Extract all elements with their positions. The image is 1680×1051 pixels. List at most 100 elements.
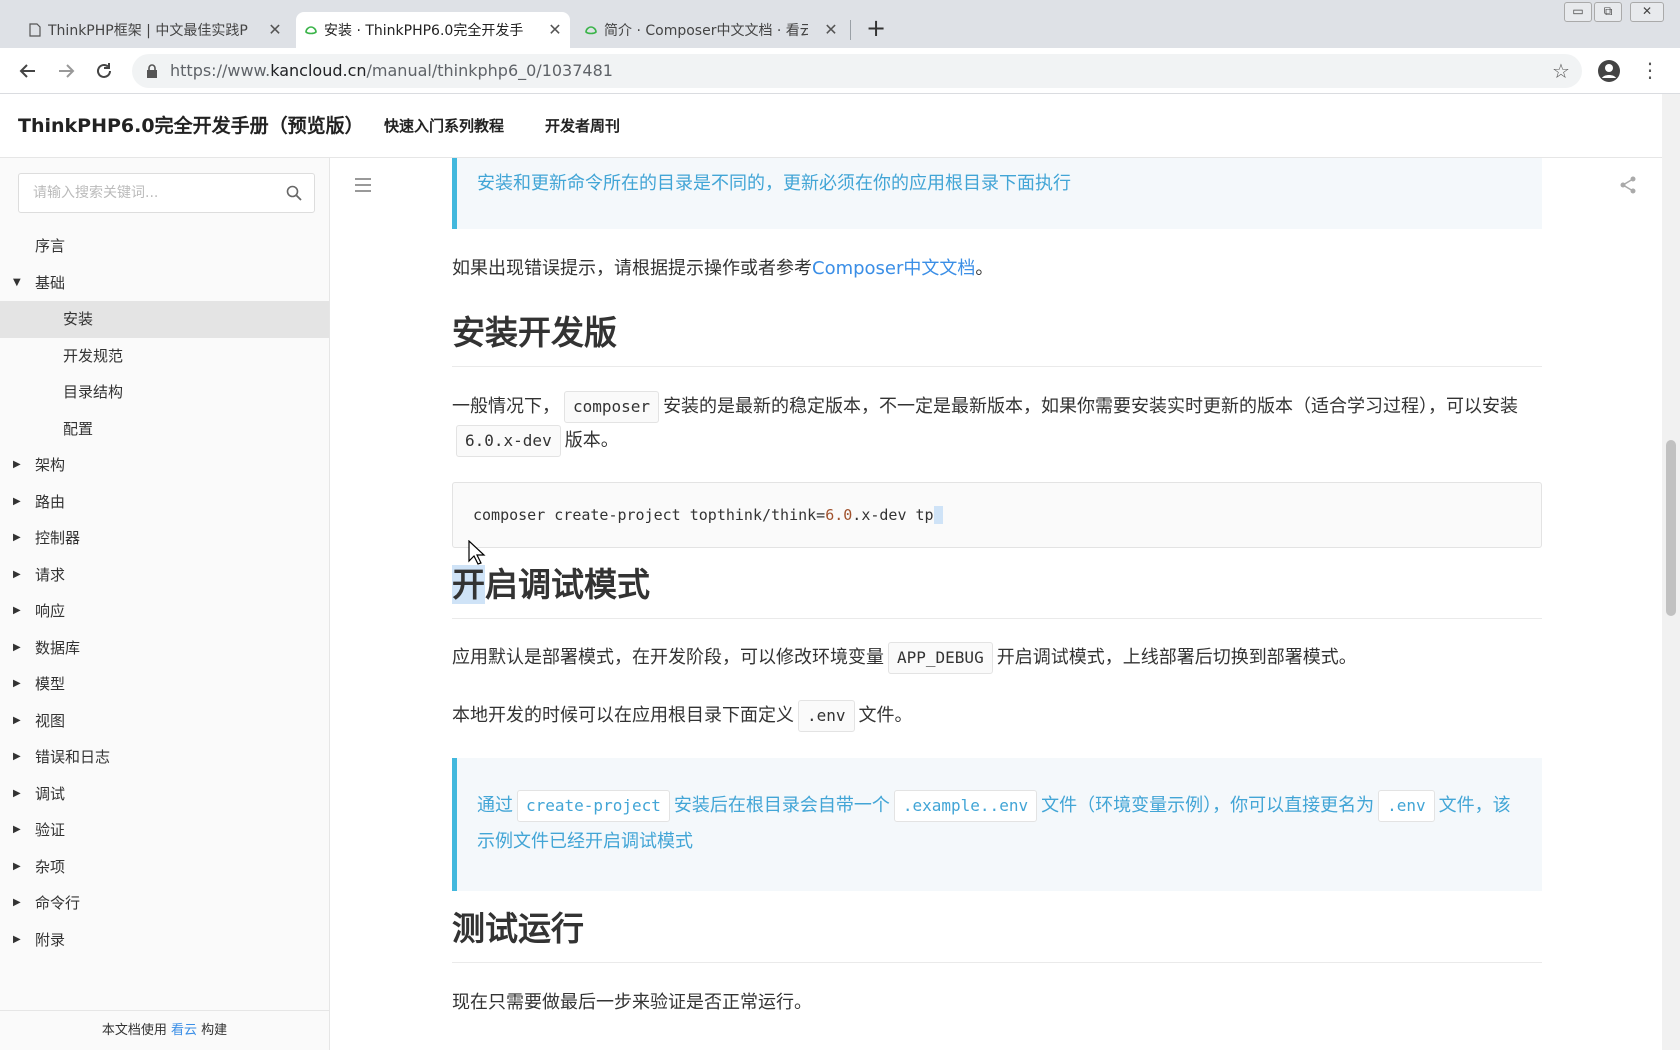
composer-docs-link[interactable]: Composer中文文档 xyxy=(812,258,975,279)
caret-right-icon[interactable]: ▶ xyxy=(13,484,21,521)
sidebar-item[interactable]: ▶ 数据库 xyxy=(0,630,329,667)
sidebar: 序言 ▼ 基础安装开发规范目录结构配置 ▶ 架构 ▶ 路由 ▶ 控制器 ▶ 请求 ▶ 响应 ▶ 数据库 ▶ 模型… xyxy=(0,158,330,1050)
share-icon[interactable] xyxy=(1619,176,1637,194)
new-tab-button[interactable]: + xyxy=(864,16,888,40)
table-of-contents: 序言 ▼ 基础 安装 开发规范 目录结构 配置 ▶ 架构 ▶ 路由 ▶ 控制器 ▶ 请求 ▶ 响应 ▶ 数据库 ▶ 模型… xyxy=(0,228,329,958)
browser-tab-install[interactable]: 安装 · ThinkPHP6.0完全开发手 ✕ xyxy=(296,12,570,48)
inline-code: .example..env xyxy=(893,790,1038,822)
sidebar-item[interactable]: ▶ 模型 xyxy=(0,666,329,703)
paragraph: 应用默认是部署模式，在开发阶段，可以修改环境变量 APP_DEBUG 开启调试模式，… xyxy=(452,641,1542,675)
sidebar-item[interactable]: ▶ 附录 xyxy=(0,922,329,959)
tab-title: 简介 · Composer中文文档 · 看云 xyxy=(604,23,808,39)
reload-button[interactable] xyxy=(90,57,118,85)
close-icon[interactable]: ✕ xyxy=(266,20,284,39)
browser-tabstrip: ThinkPHP框架 | 中文最佳实践P ✕ 安装 · ThinkPHP6.0完… xyxy=(0,0,1680,48)
caret-right-icon[interactable]: ▶ xyxy=(13,885,21,922)
sidebar-item[interactable]: ▶ 命令行 xyxy=(0,885,329,922)
arrow-left-icon xyxy=(19,64,35,78)
code-block: composer create-project topthink/think=6… xyxy=(452,482,1542,548)
sidebar-item[interactable]: ▶ 调试 xyxy=(0,776,329,813)
site-brand[interactable]: ThinkPHP6.0完全开发手册（预览版） xyxy=(18,94,364,158)
profile-avatar-icon[interactable] xyxy=(1598,60,1620,82)
sidebar-item-label: 基础 xyxy=(35,273,66,292)
sidebar-item[interactable]: ▶ 架构 xyxy=(0,447,329,484)
caret-right-icon[interactable]: ▶ xyxy=(13,812,21,849)
kancloud-icon xyxy=(585,26,597,35)
sidebar-item-label: 错误和日志 xyxy=(35,748,111,766)
heading-debug-mode: 开启调试模式 xyxy=(452,562,1542,619)
mouse-cursor-icon xyxy=(468,540,486,565)
arrow-right-icon xyxy=(59,64,75,78)
sidebar-item[interactable]: ▶ 路由 xyxy=(0,484,329,521)
sidebar-item-label: 控制器 xyxy=(35,529,81,547)
close-window-button[interactable]: ✕ xyxy=(1630,2,1664,22)
sidebar-item[interactable]: ▶ 响应 xyxy=(0,593,329,630)
sidebar-item[interactable]: ▼ 基础 xyxy=(0,265,329,302)
sidebar-item-label: 数据库 xyxy=(35,638,81,657)
caret-right-icon[interactable]: ▶ xyxy=(13,666,21,703)
menu-toggle-icon[interactable] xyxy=(355,178,371,192)
caret-right-icon[interactable]: ▶ xyxy=(13,849,21,886)
search-icon[interactable] xyxy=(286,185,302,201)
inline-code: 6.0.x-dev xyxy=(456,425,561,457)
sidebar-item[interactable]: ▶ 杂项 xyxy=(0,849,329,886)
header-link-weekly[interactable]: 开发者周刊 xyxy=(545,94,620,158)
caret-right-icon[interactable]: ▶ xyxy=(13,557,21,594)
sidebar-item[interactable]: ▶ 验证 xyxy=(0,812,329,849)
sidebar-item[interactable]: ▶ 请求 xyxy=(0,557,329,594)
back-button[interactable] xyxy=(14,57,42,85)
site-header: ThinkPHP6.0完全开发手册（预览版） 快速入门系列教程 开发者周刊 xyxy=(0,94,1662,158)
sidebar-item[interactable]: ▶ 错误和日志 xyxy=(0,739,329,776)
restore-button[interactable]: ⧉ xyxy=(1594,2,1622,22)
sidebar-item[interactable]: 安装 xyxy=(0,301,329,338)
address-bar[interactable]: https://www.kancloud.cn/manual/thinkphp6… xyxy=(132,54,1582,88)
browser-tab-composer[interactable]: 简介 · Composer中文文档 · 看云 ✕ xyxy=(576,12,846,48)
caret-right-icon[interactable]: ▶ xyxy=(13,447,21,484)
caret-right-icon[interactable]: ▶ xyxy=(13,520,21,557)
caret-right-icon[interactable]: ▶ xyxy=(13,922,21,959)
close-icon[interactable]: ✕ xyxy=(546,20,564,39)
sidebar-item-label: 目录结构 xyxy=(63,383,124,401)
paragraph: 如果出现错误提示，请根据提示操作或者参考Composer中文文档。 xyxy=(452,258,994,279)
inline-code: .env xyxy=(798,700,855,732)
caret-right-icon[interactable]: ▶ xyxy=(13,776,21,813)
paragraph: 本地开发的时候可以在应用根目录下面定义 .env 文件。 xyxy=(452,699,1542,733)
minimize-button[interactable]: ▭ xyxy=(1564,2,1592,22)
caret-right-icon[interactable]: ▶ xyxy=(13,739,21,776)
kancloud-link[interactable]: 看云 xyxy=(171,1023,197,1038)
sidebar-item-label: 命令行 xyxy=(35,894,81,912)
inline-code: .env xyxy=(1378,790,1435,822)
page-scrollbar[interactable] xyxy=(1662,94,1680,1050)
sidebar-item[interactable]: ▶ 视图 xyxy=(0,703,329,740)
sidebar-item[interactable]: 序言 xyxy=(0,228,329,265)
scrollbar-thumb[interactable] xyxy=(1666,440,1676,616)
kancloud-icon xyxy=(305,26,317,35)
tab-title: 安装 · ThinkPHP6.0完全开发手 xyxy=(324,23,524,39)
inline-code: create-project xyxy=(517,790,670,822)
sidebar-item-label: 附录 xyxy=(35,930,66,949)
sidebar-footer: 本文档使用 看云 构建 xyxy=(0,1010,329,1050)
paragraph: 现在只需要做最后一步来验证是否正常运行。 xyxy=(452,992,812,1013)
caret-right-icon[interactable]: ▶ xyxy=(13,593,21,630)
inline-code: APP_DEBUG xyxy=(888,642,993,674)
forward-button[interactable] xyxy=(52,57,80,85)
sidebar-item[interactable]: 配置 xyxy=(0,411,329,448)
sidebar-item-label: 杂项 xyxy=(35,857,66,876)
lock-icon xyxy=(147,64,157,78)
browser-tab-thinkphp[interactable]: ThinkPHP框架 | 中文最佳实践P ✕ xyxy=(20,12,290,48)
caret-right-icon[interactable]: ▶ xyxy=(13,630,21,667)
search-box xyxy=(18,173,315,213)
sidebar-item-label: 配置 xyxy=(63,419,94,438)
more-menu-icon[interactable]: ⋮ xyxy=(1640,56,1660,84)
caret-down-icon[interactable]: ▼ xyxy=(13,265,21,302)
sidebar-item[interactable]: ▶ 控制器 xyxy=(0,520,329,557)
search-input[interactable] xyxy=(33,174,283,212)
sidebar-item[interactable]: 开发规范 xyxy=(0,338,329,375)
sidebar-item[interactable]: 目录结构 xyxy=(0,374,329,411)
bookmark-star-icon[interactable]: ☆ xyxy=(1552,59,1570,83)
heading-install-dev: 安装开发版 xyxy=(452,310,1542,367)
caret-right-icon[interactable]: ▶ xyxy=(13,703,21,740)
header-link-tutorials[interactable]: 快速入门系列教程 xyxy=(384,94,504,158)
close-icon[interactable]: ✕ xyxy=(822,20,840,39)
main-content: 安装和更新命令所在的目录是不同的，更新必须在你的应用根目录下面执行 如果出现错误… xyxy=(331,158,1662,1050)
